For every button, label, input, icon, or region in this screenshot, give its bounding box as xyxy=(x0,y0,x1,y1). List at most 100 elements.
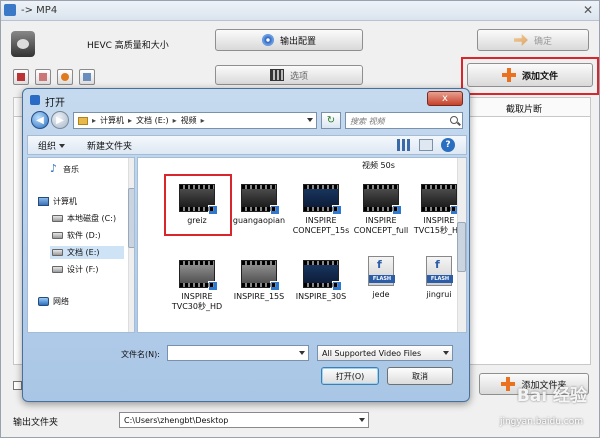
help-icon[interactable]: ? xyxy=(441,138,455,152)
flash-file-icon: f FLASH xyxy=(368,256,395,286)
search-input[interactable]: 搜索 视频 xyxy=(345,112,463,129)
ok-label: 确定 xyxy=(533,36,552,47)
video-badge-icon xyxy=(270,281,280,291)
filetype-select[interactable]: All Supported Video Files xyxy=(317,345,453,361)
toolbar-play-button[interactable] xyxy=(57,69,73,85)
watermark-url: jingyan.baidu.com xyxy=(499,417,583,427)
file-item-inspire-concept-15s[interactable]: INSPIRE CONCEPT_15s xyxy=(292,184,350,236)
ok-button[interactable]: 确定 xyxy=(477,29,589,51)
clip-column-header[interactable]: 截取片断 xyxy=(506,102,542,115)
music-icon xyxy=(50,162,59,175)
output-config-label: 输出配置 xyxy=(279,36,316,47)
arrow-right-icon xyxy=(513,34,528,46)
view-options-icon[interactable] xyxy=(397,139,411,151)
new-folder-button[interactable]: 新建文件夹 xyxy=(87,139,132,152)
nav-item-drive-e[interactable]: 文档 (E:) xyxy=(50,246,124,259)
address-bar[interactable]: ▸ 计算机 ▸ 文档 (E:) ▸ 视频 ▸ xyxy=(73,112,317,129)
dialog-title: 打开 xyxy=(45,98,65,109)
nav-scrollbar-thumb[interactable] xyxy=(128,188,134,248)
filename-label: 文件名(N): xyxy=(121,350,160,359)
video-badge-icon xyxy=(392,205,402,215)
app-icon xyxy=(4,4,16,16)
file-item-guangaopian[interactable]: guangaopian xyxy=(230,184,288,226)
info-icon xyxy=(83,73,91,81)
output-config-button[interactable]: 输出配置 xyxy=(215,29,363,51)
open-file-dialog: 打开 x ◀ ▶ ▸ 计算机 ▸ 文档 (E:) ▸ 视频 ▸ ↻ 搜索 视频 … xyxy=(22,88,470,402)
chevron-down-icon[interactable] xyxy=(307,118,313,122)
file-item-jede[interactable]: f FLASH jede xyxy=(352,256,410,300)
options-label: 选项 xyxy=(289,71,308,82)
video-badge-icon xyxy=(208,281,218,291)
breadcrumb-videos[interactable]: 视频 xyxy=(181,115,197,126)
video-thumbnail-icon xyxy=(179,260,218,291)
video-thumbnail-icon xyxy=(241,184,280,215)
output-folder-label: 输出文件夹 xyxy=(13,418,59,428)
output-folder-path: C:\Users\zhengbt\Desktop xyxy=(124,416,229,425)
options-button[interactable]: 选项 xyxy=(215,65,363,85)
file-pane-scrollbar-thumb[interactable] xyxy=(457,222,466,272)
clear-icon xyxy=(39,73,47,81)
flash-file-icon: f FLASH xyxy=(426,256,453,286)
organize-menu[interactable]: 组织 xyxy=(38,139,66,152)
video-thumbnail-icon xyxy=(421,184,460,215)
search-icon xyxy=(450,116,458,124)
chevron-down-icon[interactable] xyxy=(299,351,305,355)
app-titlebar: -> MP4 ✕ xyxy=(1,1,599,21)
option-checkbox[interactable] xyxy=(13,381,22,390)
folder-icon xyxy=(78,116,88,125)
dialog-close-button[interactable]: x xyxy=(427,91,463,106)
video-thumbnail-icon xyxy=(303,184,342,215)
computer-icon xyxy=(38,197,49,206)
back-button[interactable]: ◀ xyxy=(31,111,49,129)
cancel-button[interactable]: 取消 xyxy=(387,367,453,385)
drive-icon xyxy=(52,266,63,273)
close-icon: x xyxy=(442,93,448,104)
file-item-inspire-tvc30-hd[interactable]: INSPIRE TVC30秒_HD xyxy=(168,260,226,312)
film-icon xyxy=(269,69,284,81)
greiz-highlight xyxy=(164,174,232,236)
file-pane[interactable]: 视频 50s greiz guangaopian INSPIRE CONCEPT… xyxy=(137,157,467,333)
chevron-down-icon xyxy=(59,144,66,148)
close-icon[interactable]: ✕ xyxy=(583,3,593,17)
breadcrumb-computer[interactable]: 计算机 xyxy=(100,115,124,126)
drive-icon xyxy=(52,232,63,239)
nav-item-network[interactable]: 网络 xyxy=(38,296,69,307)
file-item-inspire-15s[interactable]: INSPIRE_15S xyxy=(230,260,288,302)
video-badge-icon xyxy=(332,205,342,215)
refresh-button[interactable]: ↻ xyxy=(321,112,341,129)
file-item-inspire-concept-full[interactable]: INSPIRE CONCEPT_full xyxy=(352,184,410,236)
filename-input[interactable] xyxy=(167,345,309,361)
nav-item-drive-f[interactable]: 设计 (F:) xyxy=(52,264,98,275)
nav-item-music[interactable]: 音乐 xyxy=(50,162,79,175)
network-icon xyxy=(38,297,49,306)
output-folder-select[interactable]: C:\Users\zhengbt\Desktop xyxy=(119,412,369,428)
search-placeholder: 搜索 视频 xyxy=(350,117,385,126)
drive-icon xyxy=(52,249,63,256)
toolbar-clear-button[interactable] xyxy=(35,69,51,85)
drive-icon xyxy=(52,215,63,222)
partial-file-label[interactable]: 视频 50s xyxy=(362,160,395,171)
app-title: -> MP4 xyxy=(21,5,58,16)
chevron-down-icon xyxy=(359,418,365,422)
file-item-inspire-30s[interactable]: INSPIRE_30S xyxy=(292,260,350,302)
navigation-pane[interactable]: 音乐 计算机 本地磁盘 (C:) 软件 (D:) 文档 (E:) 设计 (F:)… xyxy=(27,157,135,333)
remove-icon xyxy=(17,73,25,81)
codec-icon xyxy=(11,31,35,57)
video-thumbnail-icon xyxy=(363,184,402,215)
video-badge-icon xyxy=(270,205,280,215)
chevron-down-icon xyxy=(443,351,449,355)
open-button[interactable]: 打开(O) xyxy=(321,367,379,385)
toolbar-info-button[interactable] xyxy=(79,69,95,85)
play-icon xyxy=(61,73,69,81)
video-badge-icon xyxy=(332,281,342,291)
dialog-icon xyxy=(30,95,40,105)
watermark: Bai 经验 xyxy=(516,386,587,406)
toolbar-remove-button[interactable] xyxy=(13,69,29,85)
add-file-highlight xyxy=(461,57,599,95)
breadcrumb-drive-e[interactable]: 文档 (E:) xyxy=(136,115,169,126)
nav-item-computer[interactable]: 计算机 xyxy=(38,196,77,207)
nav-item-drive-c[interactable]: 本地磁盘 (C:) xyxy=(52,213,116,224)
forward-button[interactable]: ▶ xyxy=(51,111,69,129)
nav-item-drive-d[interactable]: 软件 (D:) xyxy=(52,230,101,241)
preview-pane-icon[interactable] xyxy=(419,139,433,151)
